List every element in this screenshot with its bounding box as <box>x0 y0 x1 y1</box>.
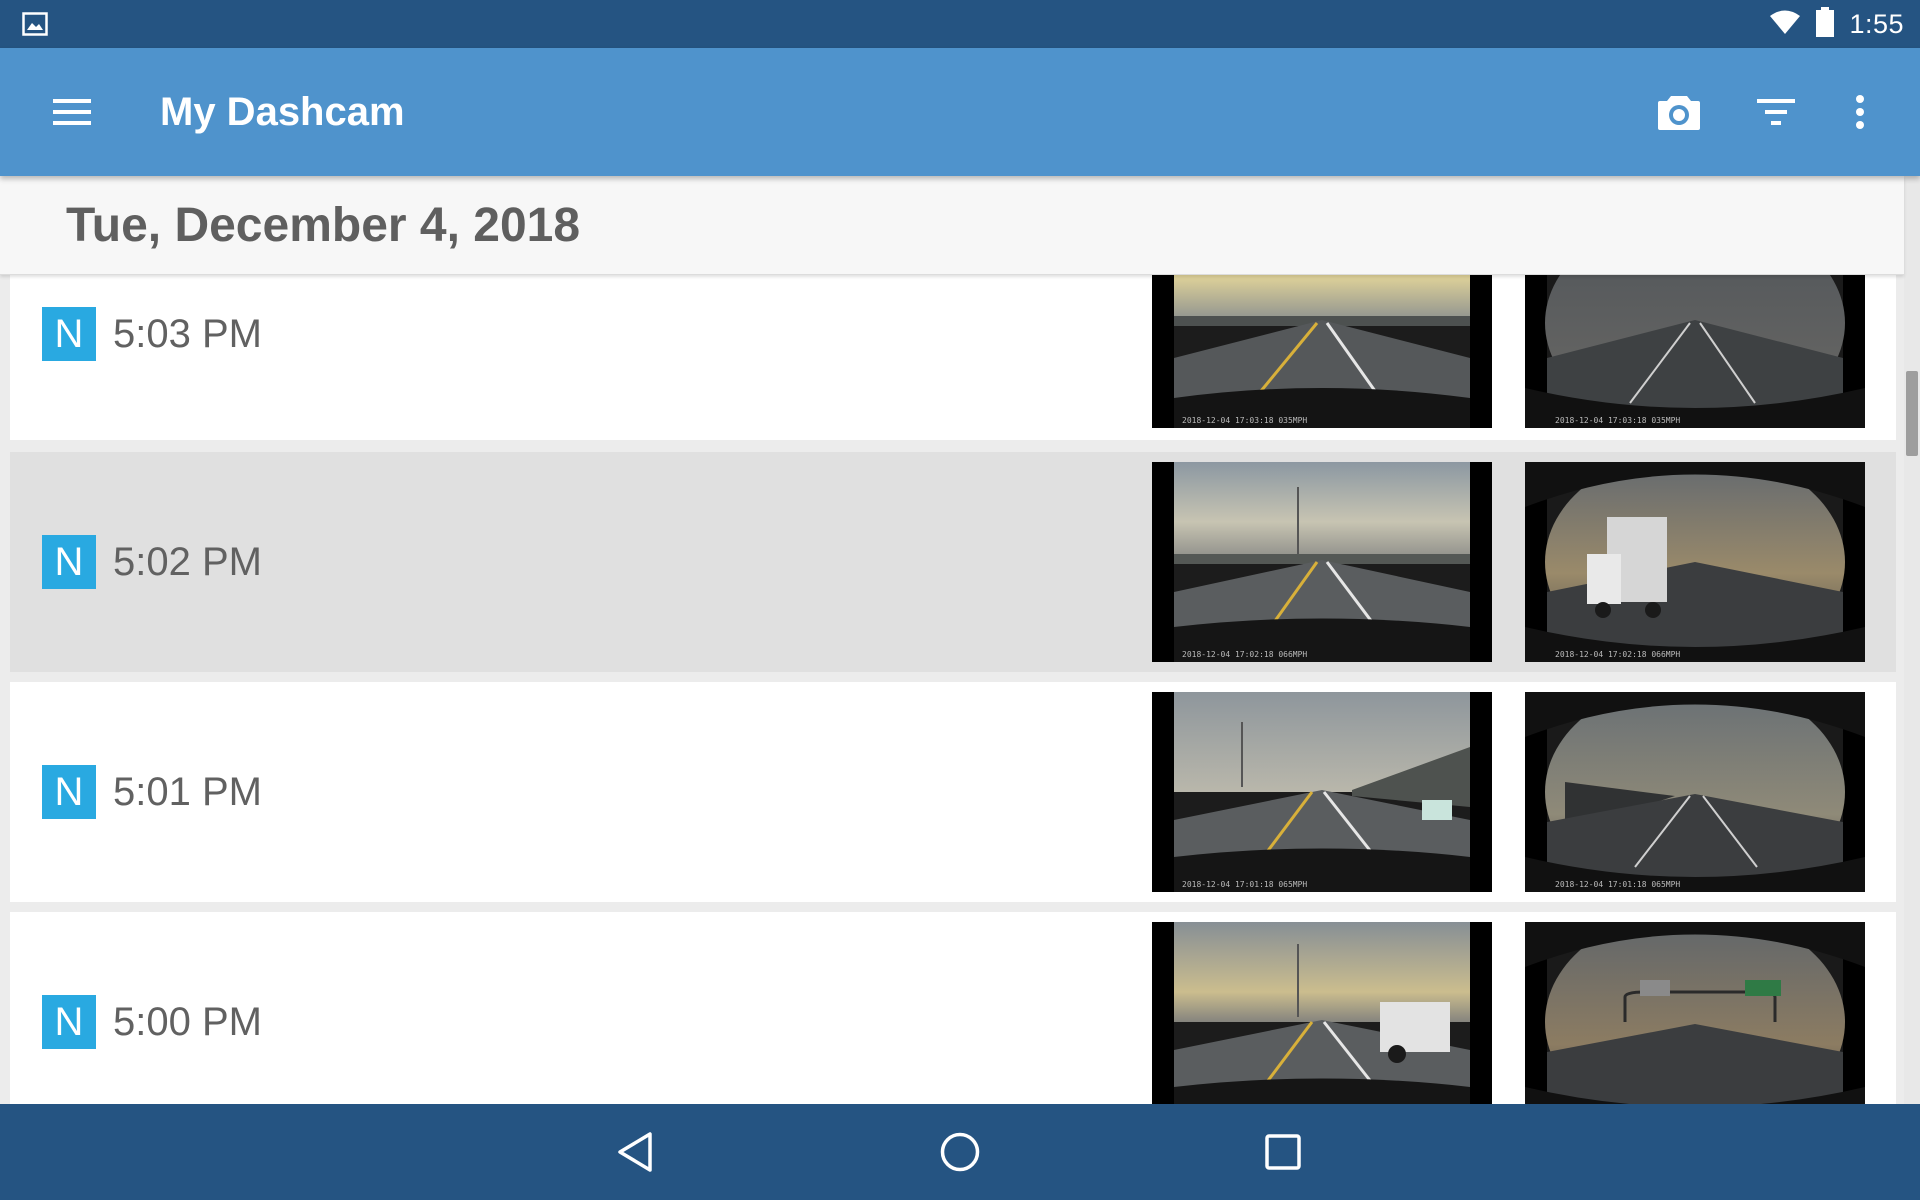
list-scrollbar[interactable] <box>1904 176 1920 1104</box>
back-button[interactable] <box>604 1120 668 1184</box>
app-bar: My Dashcam <box>0 48 1920 176</box>
rear-camera-thumbnail[interactable]: 2018-12-04 17:03:18 035MPH <box>1525 274 1865 428</box>
recording-row-502[interactable]: N 5:02 PM 2018-12-04 17:02:18 066MPH 201… <box>10 452 1896 672</box>
camera-button[interactable] <box>1645 78 1713 146</box>
recents-button[interactable] <box>1251 1120 1315 1184</box>
status-bar: 1:55 <box>0 0 1920 48</box>
type-badge: N <box>42 535 96 589</box>
app-title: My Dashcam <box>160 90 405 134</box>
recording-row-503[interactable]: N 5:03 PM 2018-12-04 17:03:18 035MPH 201… <box>10 274 1896 440</box>
camera-icon <box>1658 96 1700 130</box>
front-camera-thumbnail[interactable]: 2018-12-04 17:02:18 066MPH <box>1152 462 1492 662</box>
front-thumbnail-stamp: 2018-12-04 17:02:18 066MPH <box>1182 650 1307 659</box>
gallery-icon <box>22 12 48 36</box>
type-badge: N <box>42 765 96 819</box>
recording-time: 5:03 PM <box>113 312 262 356</box>
back-icon <box>618 1132 652 1172</box>
recents-icon <box>1265 1134 1301 1170</box>
rear-thumbnail-stamp: 2018-12-04 17:01:18 065MPH <box>1555 880 1680 889</box>
recording-list[interactable]: N 5:03 PM 2018-12-04 17:03:18 035MPH 201… <box>0 274 1904 1104</box>
filter-button[interactable] <box>1742 78 1810 146</box>
type-badge: N <box>42 995 96 1049</box>
date-heading: Tue, December 4, 2018 <box>66 199 581 252</box>
front-thumbnail-stamp: 2018-12-04 17:03:18 035MPH <box>1182 416 1307 425</box>
date-section-header: Tue, December 4, 2018 <box>0 176 1904 275</box>
rear-camera-thumbnail[interactable] <box>1525 922 1865 1104</box>
front-thumbnail-stamp: 2018-12-04 17:01:18 065MPH <box>1182 880 1307 889</box>
battery-icon <box>1815 6 1835 42</box>
recording-time: 5:00 PM <box>113 1000 262 1044</box>
menu-icon <box>53 99 91 125</box>
recording-time: 5:01 PM <box>113 770 262 814</box>
rear-camera-thumbnail[interactable]: 2018-12-04 17:02:18 066MPH <box>1525 462 1865 662</box>
filter-icon <box>1757 99 1795 125</box>
front-camera-thumbnail[interactable]: 2018-12-04 17:01:18 065MPH <box>1152 692 1492 892</box>
more-vert-icon <box>1856 95 1864 129</box>
system-nav-bar <box>0 1104 1920 1200</box>
front-camera-thumbnail[interactable] <box>1152 922 1492 1104</box>
front-camera-thumbnail[interactable]: 2018-12-04 17:03:18 035MPH <box>1152 274 1492 428</box>
rear-thumbnail-stamp: 2018-12-04 17:02:18 066MPH <box>1555 650 1680 659</box>
rear-thumbnail-stamp: 2018-12-04 17:03:18 035MPH <box>1555 416 1680 425</box>
recording-row-500[interactable]: N 5:00 PM <box>10 912 1896 1104</box>
recording-row-501[interactable]: N 5:01 PM 2018-12-04 17:01:18 065MPH 201… <box>10 682 1896 902</box>
menu-button[interactable] <box>40 84 104 140</box>
wifi-icon <box>1769 9 1801 40</box>
rear-camera-thumbnail[interactable]: 2018-12-04 17:01:18 065MPH <box>1525 692 1865 892</box>
scrollbar-thumb[interactable] <box>1906 371 1918 456</box>
home-icon <box>940 1132 980 1172</box>
home-button[interactable] <box>928 1120 992 1184</box>
recording-time: 5:02 PM <box>113 540 262 584</box>
type-badge: N <box>42 307 96 361</box>
more-options-button[interactable] <box>1826 78 1894 146</box>
status-clock: 1:55 <box>1849 8 1904 39</box>
